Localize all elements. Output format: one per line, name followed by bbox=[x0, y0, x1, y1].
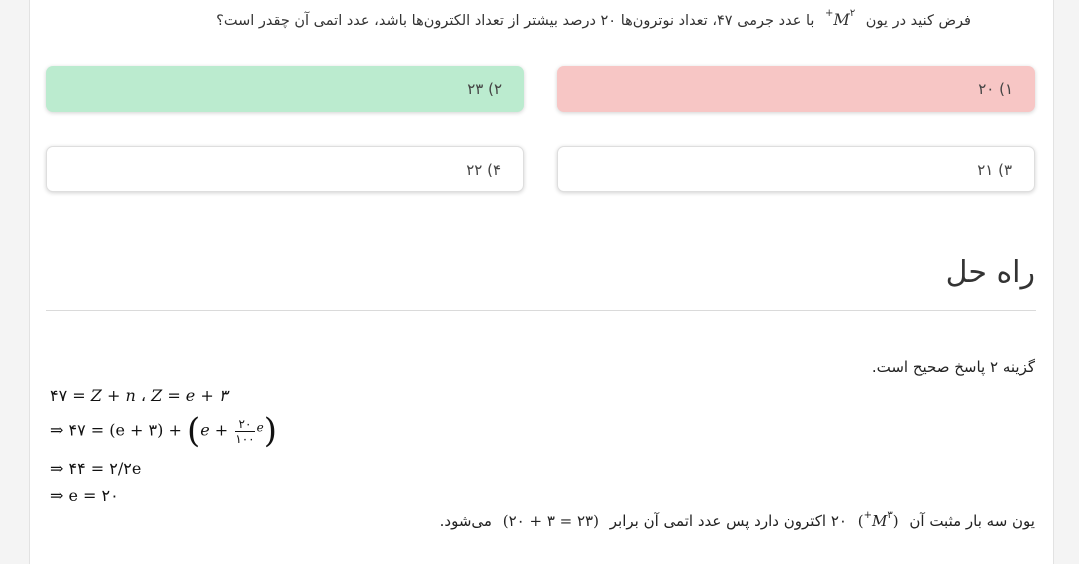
final-statement: یون سه بار مثبت آن (M۳+) ۲۰ اکترون دارد … bbox=[439, 510, 1035, 530]
equation-2: ⇒ ۴۷ = (e + ۳) + (e + ۲۰ ۱۰۰ e) bbox=[50, 411, 277, 451]
equation-3: ⇒ ۴۴ = ۲/۲e bbox=[50, 459, 142, 478]
option-4[interactable]: ۴) ۲۲ bbox=[46, 146, 524, 192]
final-ion: (M۳+) bbox=[857, 510, 899, 530]
option-3[interactable]: ۳) ۲۱ bbox=[557, 146, 1035, 192]
option-1[interactable]: ۱) ۲۰ bbox=[557, 66, 1035, 112]
question-before: فرض کنید در یون bbox=[865, 13, 971, 29]
ion-symbol: M۲+ bbox=[825, 8, 856, 29]
equation-4: ⇒ e = ۲۰ bbox=[50, 486, 119, 505]
solution-title: راه حل bbox=[945, 255, 1035, 290]
question-text: فرض کنید در یون M۲+ با عدد جرمی ۴۷، تعدا… bbox=[60, 2, 971, 29]
divider bbox=[46, 310, 1036, 311]
option-2[interactable]: ۲) ۲۳ bbox=[46, 66, 524, 112]
answer-statement: گزینه ۲ پاسخ صحیح است. bbox=[871, 358, 1035, 376]
final-expression: (۲۳ = ۳ + ۲۰) bbox=[502, 512, 599, 530]
fraction: ۲۰ ۱۰۰ bbox=[235, 416, 255, 446]
question-after: با عدد جرمی ۴۷، تعداد نوترون‌ها ۲۰ درصد … bbox=[216, 13, 815, 29]
equation-1: ۴۷ = Z + n ، Z = e + ۳ bbox=[50, 386, 228, 405]
